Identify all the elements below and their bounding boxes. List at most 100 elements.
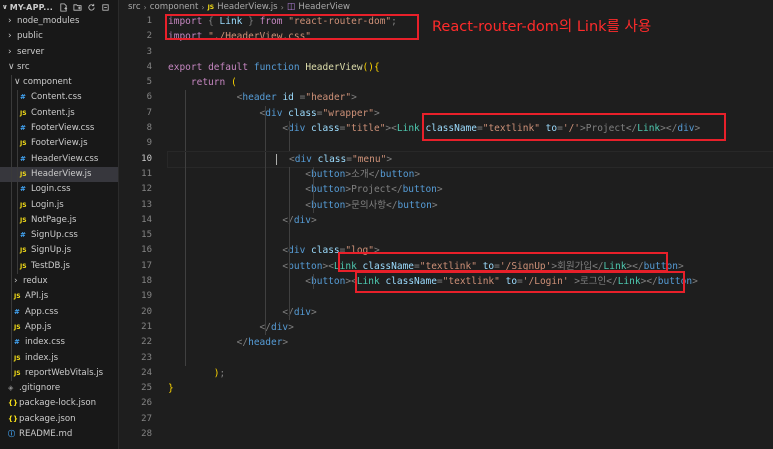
explorer-item[interactable]: › public <box>0 29 118 44</box>
explorer-item[interactable]: JS index.js <box>0 350 118 366</box>
indent-guide <box>185 182 186 198</box>
explorer-item[interactable]: JS NotPage.js <box>0 212 118 229</box>
explorer-item[interactable]: › redux <box>0 274 118 290</box>
code-line[interactable]: <div class="log"> <box>168 243 773 259</box>
chevron-right-icon[interactable]: › <box>8 45 17 60</box>
explorer-sidebar: ∨ MY-APP... › node_modules › public › server ∨… <box>0 0 119 449</box>
explorer-item[interactable]: JS API.js <box>0 289 118 305</box>
explorer-item[interactable]: # FooterView.css <box>0 121 118 137</box>
code-token: button <box>643 260 678 272</box>
code-line[interactable] <box>168 136 773 152</box>
explorer-item[interactable]: # Login.css <box>0 182 118 198</box>
refresh-icon[interactable] <box>87 3 96 12</box>
code-token: id <box>282 92 294 104</box>
indent-guide <box>17 105 18 122</box>
explorer-item[interactable]: JS reportWebVitals.js <box>0 365 118 382</box>
chevron-down-icon[interactable]: ∨ <box>2 3 8 11</box>
explorer-item[interactable]: JS SignUp.js <box>0 243 118 259</box>
chevron-down-icon[interactable]: ∨ <box>14 75 23 90</box>
chevron-right-icon[interactable]: › <box>14 274 23 289</box>
code-token: import <box>168 16 203 27</box>
explorer-item[interactable]: ⓘ README.md <box>0 427 118 442</box>
chevron-down-icon[interactable]: ∨ <box>8 60 17 75</box>
code-line[interactable] <box>168 228 773 244</box>
new-folder-icon[interactable] <box>73 3 82 12</box>
code-token: "header" <box>305 92 352 104</box>
explorer-item[interactable]: # index.css <box>0 335 118 351</box>
code-token: button <box>311 276 346 288</box>
project-title[interactable]: MY-APP... <box>10 3 53 12</box>
code-token: > <box>568 276 580 288</box>
explorer-item[interactable]: JS Login.js <box>0 197 118 213</box>
explorer-item[interactable]: JS App.js <box>0 319 118 336</box>
explorer-item[interactable]: JS FooterView.js <box>0 136 118 152</box>
code-line[interactable]: </div> <box>168 212 773 229</box>
code-token: header <box>242 92 277 104</box>
explorer-item[interactable]: # HeaderView.css <box>0 151 118 167</box>
breadcrumb-file[interactable]: HeaderView.js <box>217 2 278 12</box>
explorer-item[interactable]: › server <box>0 45 118 60</box>
code-line[interactable]: <button>문의사항</button> <box>168 197 773 213</box>
code-line[interactable]: <button><Link className="textlink" to='/… <box>168 274 773 290</box>
breadcrumb-symbol[interactable]: HeaderView <box>298 2 350 12</box>
breadcrumb-src[interactable]: src <box>128 2 141 12</box>
code-line[interactable]: <button><Link className="textlink" to='/… <box>168 258 773 275</box>
explorer-item[interactable]: # SignUp.css <box>0 228 118 244</box>
indent-guide <box>289 289 290 305</box>
chevron-right-icon[interactable]: › <box>8 29 17 44</box>
code-line[interactable]: export default function HeaderView(){ <box>168 60 773 75</box>
explorer-item[interactable]: ∨ component <box>0 75 118 91</box>
explorer-item[interactable]: {}package.json <box>0 412 118 427</box>
code-line[interactable]: </header> <box>168 335 773 351</box>
code-token: > <box>431 199 438 211</box>
collapse-all-icon[interactable] <box>101 3 110 12</box>
explorer-item-label: index.js <box>25 352 59 363</box>
code-line[interactable]: ); <box>168 366 773 381</box>
code-line[interactable]: <div class="menu"> <box>167 150 773 168</box>
code-line[interactable]: return ( <box>168 75 773 90</box>
code-line[interactable] <box>168 396 773 411</box>
indent-guide <box>11 243 12 259</box>
chevron-right-icon: › <box>280 2 284 12</box>
explorer-item[interactable]: # App.css <box>0 304 118 320</box>
explorer-item[interactable]: ∨ src <box>0 60 118 75</box>
breadcrumb-component[interactable]: component <box>150 2 199 12</box>
code-line[interactable]: } <box>168 381 773 396</box>
line-number: 24 <box>141 367 152 378</box>
code-token: function <box>253 61 300 73</box>
code-token: > <box>692 276 698 288</box>
indent-guide <box>313 182 314 198</box>
code-line[interactable] <box>168 289 773 305</box>
explorer-item[interactable]: {}package-lock.json <box>0 396 118 411</box>
code-line[interactable] <box>168 427 773 442</box>
code-line[interactable] <box>168 350 773 366</box>
code-line[interactable]: <div class="wrapper"> <box>168 105 773 122</box>
code-line[interactable]: <div class="title"><Link className="text… <box>168 121 773 137</box>
indent-guide <box>11 166 12 183</box>
new-file-icon[interactable] <box>59 2 68 12</box>
explorer-item[interactable]: › node_modules <box>0 14 118 29</box>
line-number: 26 <box>141 398 152 409</box>
code-line[interactable] <box>168 412 773 427</box>
indent-guide <box>11 151 12 167</box>
code-line[interactable]: </div> <box>168 304 773 320</box>
code-editor[interactable]: import { Link } from "react-router-dom";… <box>167 14 773 442</box>
code-line[interactable]: <header id ="header"> <box>168 90 773 106</box>
explorer-item[interactable]: ◈ .gitignore <box>0 381 118 396</box>
explorer-item[interactable]: JS Content.js <box>0 105 118 122</box>
code-line[interactable] <box>168 45 773 60</box>
indent-guide <box>289 121 290 137</box>
explorer-item[interactable]: JS HeaderView.js <box>0 166 118 183</box>
indent-guide <box>11 136 12 152</box>
js-file-icon: JS <box>20 170 27 178</box>
code-token: 로그인 <box>580 276 607 288</box>
code-line[interactable]: <button>소개</button> <box>168 166 773 183</box>
code-token: div <box>270 321 289 333</box>
explorer-item[interactable]: JS TestDB.js <box>0 258 118 275</box>
indent-guide <box>11 304 12 320</box>
code-line[interactable]: <button>Project</button> <box>168 182 773 198</box>
chevron-right-icon[interactable]: › <box>8 14 17 29</box>
code-line[interactable]: </div> <box>168 319 773 336</box>
explorer-item[interactable]: # Content.css <box>0 90 118 106</box>
